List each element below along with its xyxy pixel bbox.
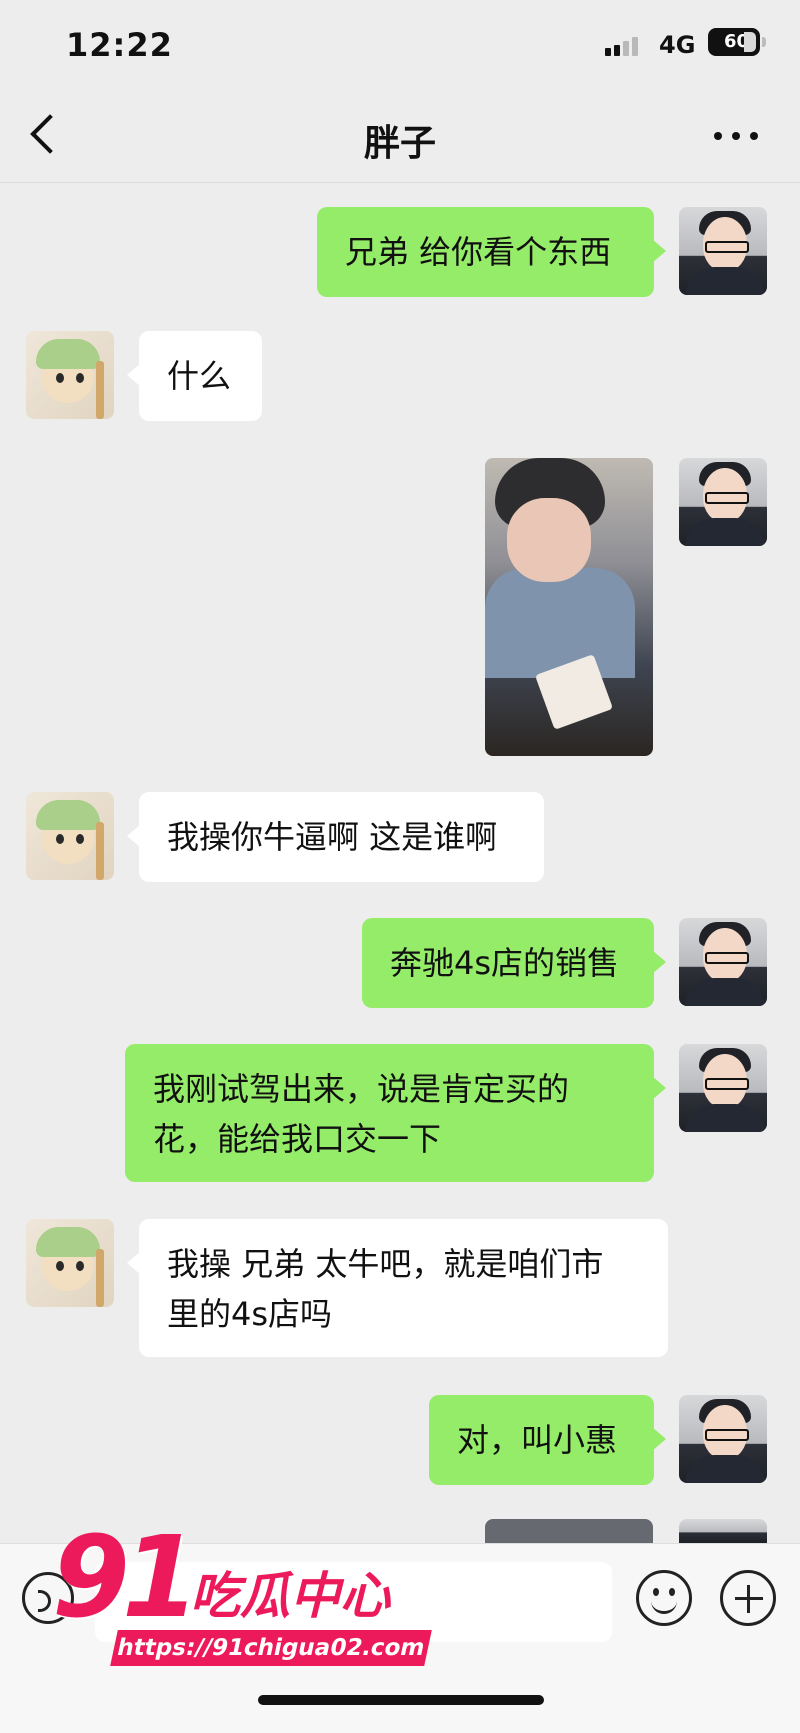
watermark-number: 91 (52, 1513, 200, 1643)
my-avatar[interactable] (679, 1044, 767, 1132)
message-bubble[interactable]: 我刚试驾出来，说是肯定买的 花，能给我口交一下 (125, 1044, 666, 1182)
message-bubble[interactable]: 什么 (127, 331, 262, 421)
friend-avatar[interactable] (26, 1219, 114, 1307)
watermark-brand: 吃瓜中心 (190, 1567, 390, 1625)
plus-icon[interactable] (720, 1570, 776, 1626)
message-bubble[interactable]: 我操你牛逼啊 这是谁啊 (127, 792, 544, 882)
message-text-line: 里的4s店吗 (167, 1295, 333, 1333)
battery-icon: 60 (708, 28, 766, 56)
my-avatar[interactable] (679, 207, 767, 295)
image-message[interactable] (485, 458, 653, 756)
friend-avatar[interactable] (26, 792, 114, 880)
watermark-logo: 91 吃瓜中心 https://91chigua02.com (52, 1522, 432, 1672)
message-bubble[interactable]: 我操 兄弟 太牛吧，就是咱们市 里的4s店吗 (127, 1219, 668, 1357)
signal-icon (605, 36, 645, 56)
more-dots-icon[interactable] (714, 132, 760, 142)
status-time: 12:22 (66, 26, 173, 64)
network-type: 4G (659, 31, 696, 59)
message-text-line: 花，能给我口交一下 (153, 1120, 442, 1158)
message-text: 对，叫小惠 (457, 1421, 618, 1459)
message-text: 奔驰4s店的销售 (390, 944, 620, 982)
image-message-partial[interactable] (485, 1519, 653, 1543)
my-avatar[interactable] (679, 458, 767, 546)
message-bubble[interactable]: 兄弟 给你看个东西 (317, 207, 666, 297)
watermark-url: https://91chigua02.com (110, 1630, 432, 1666)
message-bubble[interactable]: 奔驰4s店的销售 (362, 918, 666, 1008)
my-avatar-partial[interactable] (679, 1519, 767, 1543)
message-text: 兄弟 给你看个东西 (345, 233, 612, 271)
chat-header: 胖子 (0, 92, 800, 183)
chat-title: 胖子 (363, 123, 436, 164)
status-bar: 12:22 4G 60 (0, 0, 800, 92)
home-indicator[interactable] (258, 1695, 544, 1705)
my-avatar[interactable] (679, 1395, 767, 1483)
emoji-icon[interactable] (636, 1570, 692, 1626)
message-text: 什么 (167, 357, 232, 395)
my-avatar[interactable] (679, 918, 767, 1006)
message-text-line: 我操 兄弟 太牛吧，就是咱们市 (167, 1245, 604, 1283)
message-bubble[interactable]: 对，叫小惠 (429, 1395, 666, 1485)
friend-avatar[interactable] (26, 331, 114, 419)
message-text: 我操你牛逼啊 这是谁啊 (167, 818, 498, 856)
message-text-line: 我刚试驾出来，说是肯定买的 (153, 1070, 570, 1108)
